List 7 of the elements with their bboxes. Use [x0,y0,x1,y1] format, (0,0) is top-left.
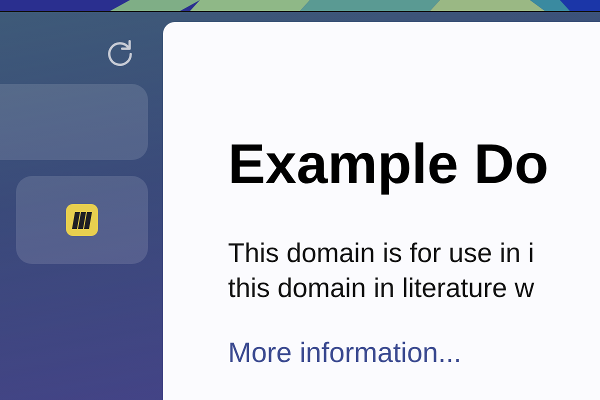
tile[interactable] [0,84,148,160]
app-icon [66,204,98,236]
reload-icon[interactable] [105,38,135,68]
more-information-link[interactable]: More information... [228,336,462,369]
page-heading: Example Do [228,132,550,196]
app-tile[interactable] [16,176,148,264]
page-paragraph: This domain is for use in i this domain in literature w [228,237,536,306]
